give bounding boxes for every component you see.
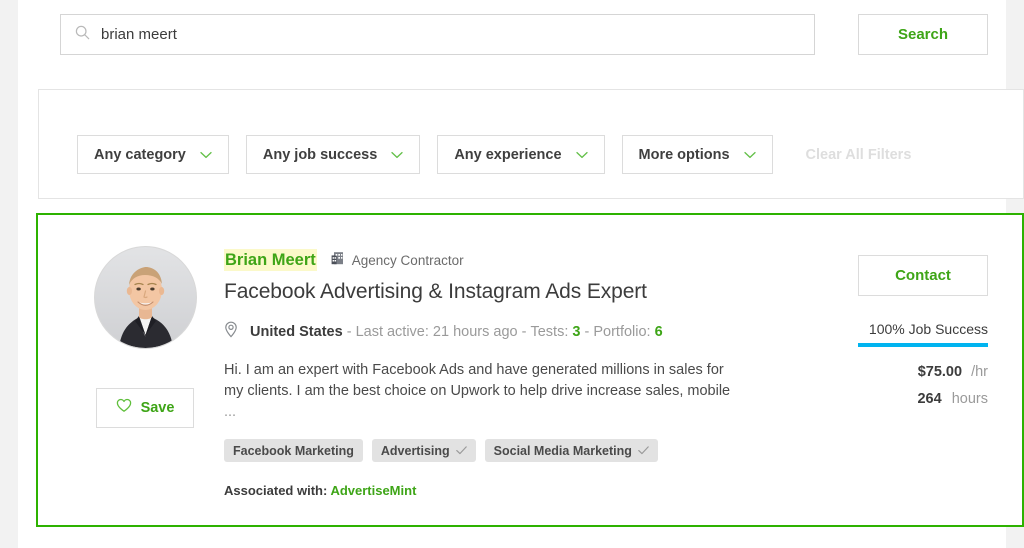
- filter-label: Any experience: [454, 146, 562, 163]
- name-row: Brian Meert Agency Contractor: [224, 248, 784, 272]
- meta-separator-2: -: [517, 323, 531, 340]
- portfolio-label: Portfolio:: [593, 323, 651, 340]
- search-input-wrapper[interactable]: [60, 14, 815, 55]
- page-content-area: Search Any category Any job success: [18, 0, 1024, 548]
- filter-label: Any category: [94, 146, 186, 163]
- meta-separator-3: -: [580, 323, 594, 340]
- agency-contractor-label: Agency Contractor: [351, 252, 464, 268]
- job-success-bar: [858, 343, 988, 347]
- freelancer-details: Brian Meert Agency Contractor Facebook A…: [224, 248, 784, 498]
- total-hours-row: 264 hours: [858, 391, 988, 407]
- hourly-rate-unit: /hr: [971, 364, 988, 380]
- skill-tag-advertising[interactable]: Advertising: [371, 439, 476, 462]
- portfolio-value: 6: [654, 323, 663, 340]
- save-button[interactable]: Save: [96, 388, 194, 428]
- skill-tags-row: Facebook Marketing Advertising Social Me…: [224, 439, 784, 462]
- search-icon: [75, 25, 90, 45]
- heart-icon: [116, 398, 132, 418]
- associated-with-label: Associated with:: [224, 483, 328, 498]
- tests-value: 3: [572, 323, 581, 340]
- avatar-column: Save: [75, 246, 215, 428]
- job-success-label: 100% Job Success: [868, 321, 988, 337]
- skill-tag-label: Facebook Marketing: [233, 443, 354, 458]
- filter-more-options[interactable]: More options: [621, 135, 773, 174]
- save-label: Save: [140, 400, 175, 416]
- check-icon: [638, 444, 649, 458]
- chevron-down-icon: [575, 147, 588, 163]
- check-icon: [455, 444, 467, 458]
- skill-tag-label: Social Media Marketing: [493, 443, 632, 458]
- freelancer-headline: Facebook Advertising & Instagram Ads Exp…: [224, 280, 647, 303]
- freelancer-result-card[interactable]: Save Brian Meert Agency Contractor Faceb…: [36, 213, 1024, 527]
- hourly-rate-row: $75.00 /hr: [858, 364, 988, 380]
- filter-label: More options: [638, 146, 730, 163]
- last-active-label: Last active: 21 hours ago: [355, 323, 518, 340]
- location-pin-icon: [224, 321, 238, 342]
- profile-photo: [94, 247, 196, 348]
- skill-tag-social-media-marketing[interactable]: Social Media Marketing: [484, 439, 658, 462]
- freelancer-description: Hi. I am an expert with Facebook Ads and…: [224, 360, 746, 423]
- freelancer-meta-row: United States - Last active: 21 hours ag…: [224, 321, 784, 342]
- avatar[interactable]: [93, 246, 197, 349]
- search-row: Search: [60, 14, 988, 55]
- hourly-rate-amount: $75.00: [917, 364, 963, 380]
- filter-panel: Any category Any job success Any experie…: [38, 89, 1024, 199]
- clear-all-filters-button[interactable]: Clear All Filters: [806, 147, 912, 163]
- freelancer-name-link[interactable]: Brian Meert: [224, 248, 317, 272]
- freelancer-stats-column: Contact 100% Job Success $75.00 /hr 264 …: [858, 255, 988, 407]
- filter-any-job-success[interactable]: Any job success: [245, 135, 421, 174]
- skill-tag-facebook-marketing[interactable]: Facebook Marketing: [224, 439, 363, 462]
- associated-with-row: Associated with: AdvertiseMint: [224, 483, 784, 498]
- filter-label: Any job success: [262, 146, 378, 163]
- skill-tag-label: Advertising: [380, 443, 450, 458]
- meta-separator-1: -: [342, 323, 356, 340]
- filter-any-experience[interactable]: Any experience: [437, 135, 605, 174]
- chevron-down-icon: [743, 147, 756, 163]
- total-hours-amount: 264: [917, 391, 942, 407]
- search-button[interactable]: Search: [858, 14, 988, 55]
- filter-buttons-row: Any category Any job success Any experie…: [77, 135, 911, 174]
- description-line-1: Hi. I am an expert with Facebook Ads and…: [224, 362, 724, 378]
- total-hours-unit: hours: [951, 391, 988, 407]
- job-success-bar-fill: [858, 343, 988, 347]
- chevron-down-icon: [391, 147, 403, 163]
- agency-building-icon: [331, 251, 344, 270]
- search-input[interactable]: [101, 26, 800, 43]
- filter-any-category[interactable]: Any category: [77, 135, 229, 174]
- chevron-down-icon: [200, 147, 212, 163]
- associated-agency-link[interactable]: AdvertiseMint: [330, 483, 416, 498]
- freelancer-country: United States: [250, 323, 343, 340]
- description-ellipsis: ...: [224, 404, 237, 420]
- contact-button[interactable]: Contact: [858, 255, 988, 296]
- description-line-2: my clients. I am the best choice on Upwo…: [224, 383, 731, 399]
- tests-label: Tests:: [530, 323, 569, 340]
